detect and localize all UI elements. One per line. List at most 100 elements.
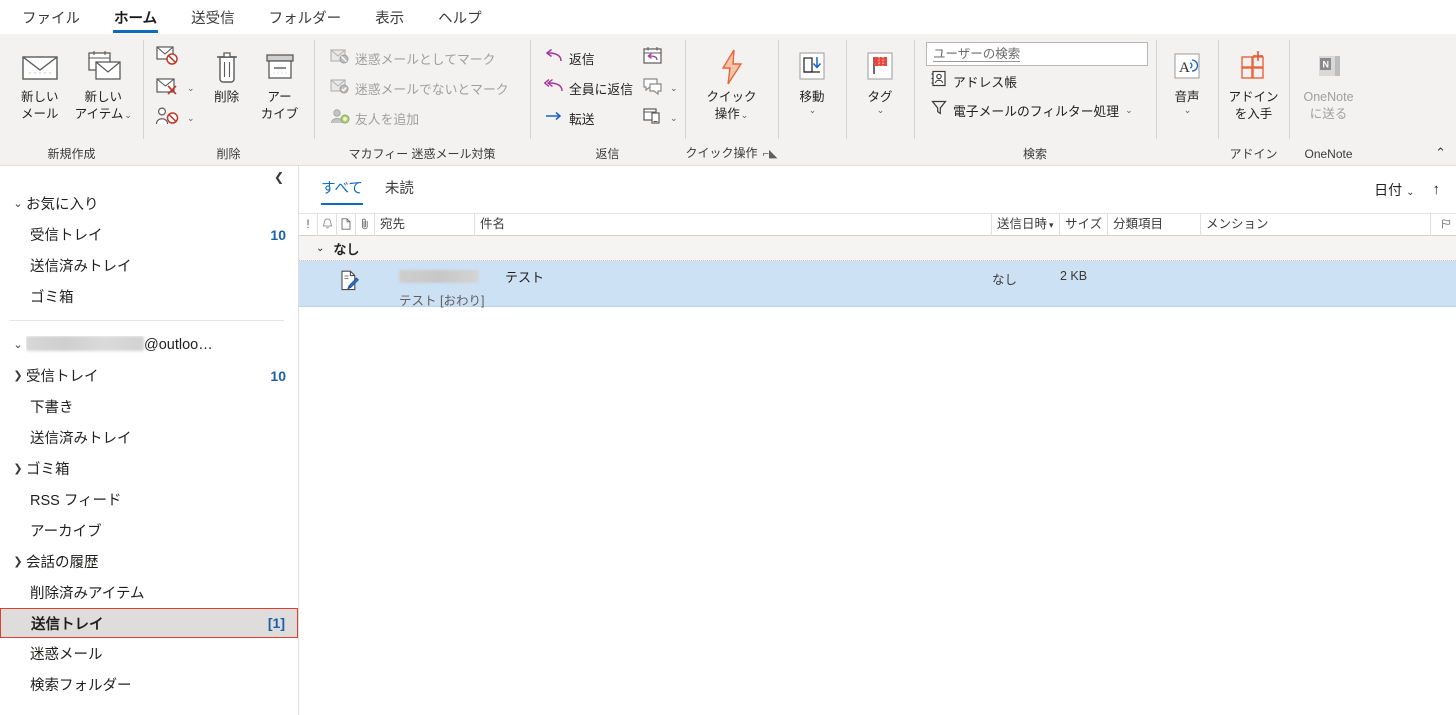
reply-button[interactable]: 返信: [540, 44, 638, 72]
chevron-down-icon[interactable]: ⌄: [187, 113, 195, 124]
message-list-item[interactable]: テスト テスト [おわり] なし 2 KB: [299, 261, 1456, 307]
ignore-button[interactable]: [151, 44, 200, 72]
column-sent[interactable]: 送信日時▾: [992, 213, 1060, 236]
sidebar-item-junk[interactable]: 迷惑メール: [0, 638, 298, 669]
tags-button[interactable]: タグ ⌄: [854, 40, 906, 116]
new-mail-button[interactable]: 新しい メール: [8, 40, 72, 122]
column-header-row: ! 宛先: [299, 213, 1456, 236]
chevron-down-icon[interactable]: ⌄: [670, 113, 678, 124]
dialog-launcher-icon[interactable]: ⌐◣: [763, 148, 778, 160]
tab-help[interactable]: ヘルプ: [424, 5, 496, 34]
sidebar-item-trash[interactable]: ❯ ゴミ箱: [0, 453, 298, 484]
send-to-onenote-button[interactable]: N OneNote に送る: [1300, 40, 1358, 122]
filter-email-button[interactable]: 電子メールのフィルター処理 ⌄: [926, 96, 1148, 124]
cleanup-icon: [155, 76, 181, 101]
chevron-down-icon[interactable]: ⌄: [1406, 187, 1414, 198]
column-flag[interactable]: [1431, 213, 1456, 236]
sidebar-item-sent[interactable]: 送信済みトレイ: [0, 422, 298, 453]
clean-up-button[interactable]: ⌄: [151, 74, 200, 102]
tab-folder[interactable]: フォルダー: [255, 5, 356, 34]
collapse-ribbon-button[interactable]: ⌃: [1435, 145, 1446, 161]
ribbon-group-label-delete: 削除: [143, 143, 314, 165]
collapse-folder-pane-button[interactable]: ❮: [0, 166, 298, 188]
chevron-down-icon[interactable]: ⌄: [10, 197, 26, 210]
sidebar-item-rss-feeds[interactable]: RSS フィード: [0, 484, 298, 515]
block-sender-button[interactable]: ⌄: [151, 104, 200, 132]
column-attachment[interactable]: [356, 213, 375, 236]
chevron-down-icon[interactable]: ⌄: [809, 105, 817, 116]
column-mention[interactable]: メンション: [1201, 213, 1431, 236]
favorites-header[interactable]: ⌄ お気に入り: [0, 188, 298, 219]
chevron-down-icon[interactable]: ⌄: [670, 83, 678, 94]
move-button[interactable]: 移動 ⌄: [786, 40, 838, 116]
message-main-cell: テスト テスト [おわり]: [399, 261, 992, 306]
column-item-icon[interactable]: [337, 213, 356, 236]
tab-home[interactable]: ホーム: [100, 5, 171, 34]
ribbon-group-label-move: [778, 143, 846, 165]
column-to[interactable]: 宛先: [375, 213, 475, 236]
chevron-right-icon[interactable]: ❯: [10, 369, 26, 382]
get-addins-button[interactable]: アドイン を入手: [1226, 40, 1281, 122]
sort-direction-button[interactable]: ↑: [1433, 181, 1441, 198]
meeting-icon: [642, 46, 664, 71]
mark-not-junk-button[interactable]: 迷惑メールでないとマーク: [326, 74, 522, 102]
tab-file[interactable]: ファイル: [8, 5, 94, 34]
chevron-right-icon[interactable]: ❯: [10, 555, 26, 568]
column-category[interactable]: 分類項目: [1108, 213, 1201, 236]
message-group-header[interactable]: ⌄ なし: [299, 236, 1456, 261]
sidebar-item-archive[interactable]: アーカイブ: [0, 515, 298, 546]
column-size[interactable]: サイズ: [1060, 213, 1108, 236]
favorite-item-trash[interactable]: ゴミ箱: [0, 281, 298, 312]
add-friend-button[interactable]: 友人を追加: [326, 104, 522, 132]
account-header[interactable]: ⌄ @outloo…: [0, 329, 298, 360]
delete-button[interactable]: 削除: [200, 40, 253, 105]
sidebar-item-drafts[interactable]: 下書き: [0, 391, 298, 422]
favorite-item-inbox[interactable]: 受信トレイ 10: [0, 219, 298, 250]
forward-button[interactable]: 転送: [540, 104, 638, 132]
sort-by-button[interactable]: 日付⌄: [1374, 180, 1414, 200]
archive-button[interactable]: アー カイブ: [253, 40, 306, 122]
chevron-down-icon[interactable]: ⌄: [741, 110, 749, 120]
reply-all-button[interactable]: 全員に返信: [540, 74, 638, 102]
meeting-button[interactable]: [638, 44, 676, 72]
im-button[interactable]: ⌄: [638, 74, 676, 102]
chevron-down-icon[interactable]: ⌄: [316, 243, 324, 254]
sidebar-item-outbox[interactable]: 送信トレイ [1]: [0, 608, 298, 638]
chevron-right-icon[interactable]: ❯: [10, 462, 26, 475]
ribbon-tabbar: ファイル ホーム 送受信 フォルダー 表示 ヘルプ: [0, 0, 1456, 34]
sidebar-item-conversation-history[interactable]: ❯ 会話の履歴: [0, 546, 298, 577]
sidebar-item-search-folders[interactable]: 検索フォルダー: [0, 669, 298, 700]
ribbon-group-mcafee: 迷惑メールとしてマーク 迷惑メールでないとマーク: [314, 34, 530, 165]
filter-tab-unread[interactable]: 未読: [385, 177, 414, 202]
address-book-button[interactable]: アドレス帳: [926, 67, 1148, 95]
sidebar-item-label: RSS フィード: [26, 489, 278, 510]
chevron-down-icon[interactable]: ⌄: [187, 83, 195, 94]
delete-label: 削除: [214, 90, 239, 105]
flag-icon: [860, 46, 900, 88]
chevron-down-icon[interactable]: ⌄: [10, 338, 26, 351]
unread-count: 10: [270, 368, 286, 384]
new-items-button[interactable]: 新しい アイテム⌄: [72, 40, 136, 123]
column-reminder[interactable]: [318, 213, 337, 236]
find-user-input[interactable]: ユーザーの検索: [926, 42, 1148, 66]
tab-view[interactable]: 表示: [361, 5, 418, 34]
redacted-account-name: [26, 336, 144, 351]
mark-as-junk-button[interactable]: 迷惑メールとしてマーク: [326, 44, 522, 72]
tab-send-receive[interactable]: 送受信: [177, 5, 249, 34]
column-importance[interactable]: !: [299, 213, 318, 236]
favorite-item-sent[interactable]: 送信済みトレイ: [0, 250, 298, 281]
sidebar-item-inbox[interactable]: ❯ 受信トレイ 10: [0, 360, 298, 391]
reply-arrow-icon: [544, 48, 564, 69]
more-respond-button[interactable]: ⌄: [638, 104, 676, 132]
chevron-down-icon[interactable]: ⌄: [877, 105, 885, 116]
chevron-down-icon[interactable]: ⌄: [1184, 105, 1192, 116]
chevron-down-icon[interactable]: ⌄: [1125, 105, 1133, 116]
message-extra-cells: [1108, 261, 1456, 306]
sidebar-item-deleted-items[interactable]: 削除済みアイテム: [0, 577, 298, 608]
filter-tab-all[interactable]: すべて: [321, 177, 363, 202]
quick-steps-button[interactable]: クイック 操作⌄: [695, 40, 769, 123]
chevron-down-icon[interactable]: ⌄: [124, 110, 132, 120]
read-aloud-button[interactable]: A 音声 ⌄: [1164, 40, 1210, 116]
more-respond-icon: [642, 107, 664, 130]
column-subject[interactable]: 件名: [475, 213, 992, 236]
